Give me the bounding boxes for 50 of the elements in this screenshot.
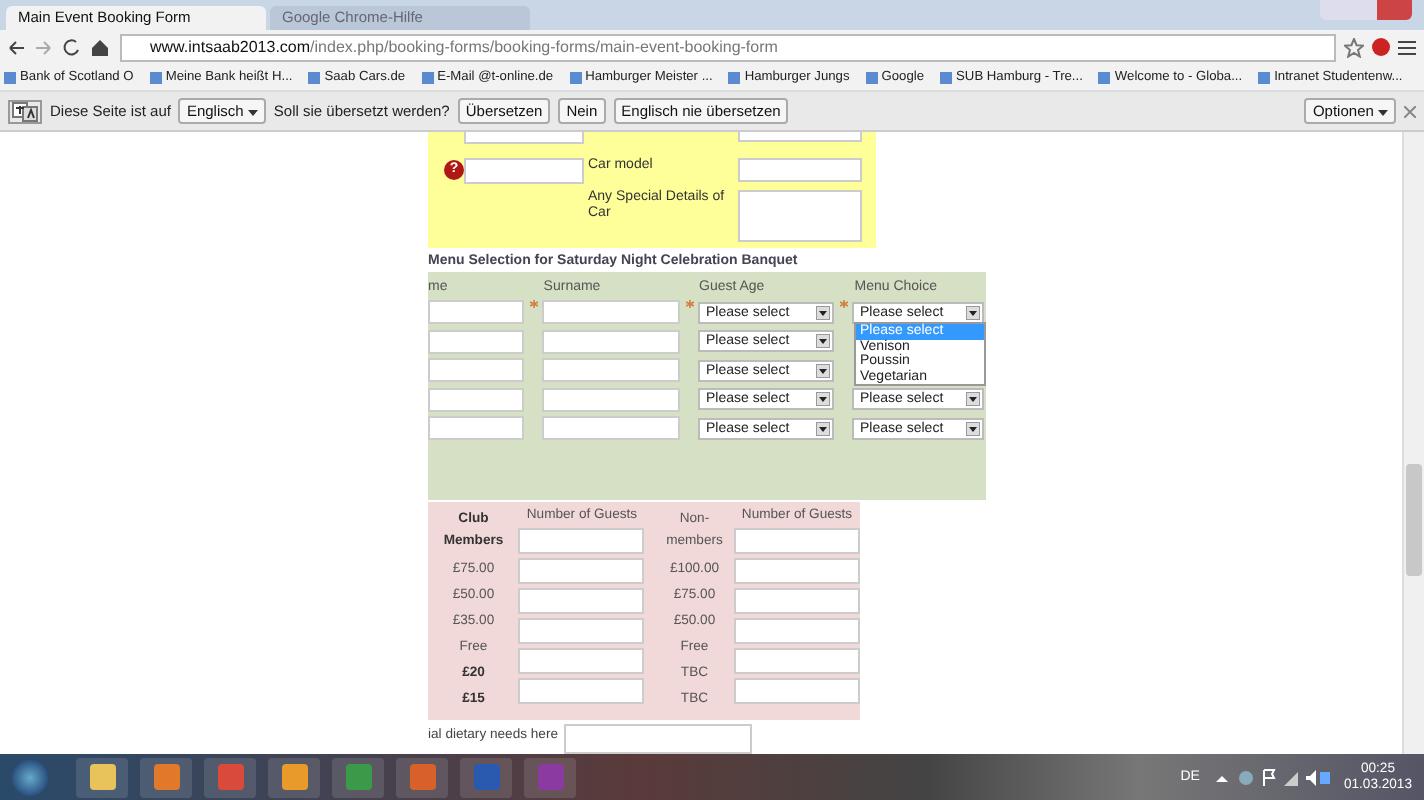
asterisk-icon xyxy=(839,300,847,308)
text-field[interactable] xyxy=(542,387,680,412)
caret-icon xyxy=(966,421,980,436)
caret-icon xyxy=(816,363,830,378)
text-field[interactable] xyxy=(734,558,860,584)
text-field[interactable] xyxy=(518,588,645,614)
close-icon[interactable] xyxy=(1404,105,1416,117)
caret-icon xyxy=(816,421,830,436)
scrollbar[interactable] xyxy=(1402,132,1424,754)
text-field[interactable] xyxy=(428,300,524,325)
text-field[interactable] xyxy=(428,329,524,354)
tray-icons[interactable] xyxy=(1211,767,1332,787)
text-field[interactable] xyxy=(518,618,645,644)
text-field[interactable] xyxy=(734,618,860,644)
text-field[interactable] xyxy=(428,358,524,383)
translate-icon xyxy=(8,99,42,123)
text-field[interactable] xyxy=(542,300,680,325)
caret-icon xyxy=(816,305,830,320)
text-field[interactable] xyxy=(428,387,524,412)
text-field[interactable] xyxy=(734,648,860,674)
text-field[interactable] xyxy=(518,678,645,704)
text-field[interactable] xyxy=(518,558,645,584)
caret-icon xyxy=(816,392,830,407)
text-field[interactable] xyxy=(738,158,862,182)
caret-icon xyxy=(247,110,258,116)
text-field[interactable] xyxy=(542,416,680,441)
text-field[interactable] xyxy=(542,358,680,383)
text-field[interactable] xyxy=(542,329,680,354)
caret-icon xyxy=(1378,110,1388,116)
text-field[interactable] xyxy=(428,416,524,441)
window-controls[interactable] xyxy=(1320,0,1412,20)
text-field[interactable] xyxy=(464,158,584,184)
text-field[interactable] xyxy=(464,132,584,144)
text-field[interactable] xyxy=(564,724,752,754)
asterisk-icon xyxy=(685,300,693,308)
circle-icon[interactable] xyxy=(1372,38,1390,56)
caret-icon xyxy=(816,334,830,349)
text-field[interactable] xyxy=(734,678,860,704)
address-field[interactable]: www.intsaab2013.com/index.php/booking-forms/booking-forms/main-event-booking-form xyxy=(120,33,1336,61)
text-field[interactable] xyxy=(734,528,860,554)
text-field[interactable] xyxy=(518,528,645,554)
text-field[interactable] xyxy=(518,648,645,674)
navigation-icon[interactable] xyxy=(8,37,112,57)
menu-icon[interactable] xyxy=(1398,39,1416,55)
text-area[interactable] xyxy=(738,190,862,242)
text-field[interactable] xyxy=(734,588,860,614)
start-button[interactable] xyxy=(12,759,48,795)
text-field[interactable] xyxy=(738,132,862,142)
caret-icon xyxy=(966,392,980,407)
star-icon[interactable] xyxy=(1344,37,1364,57)
